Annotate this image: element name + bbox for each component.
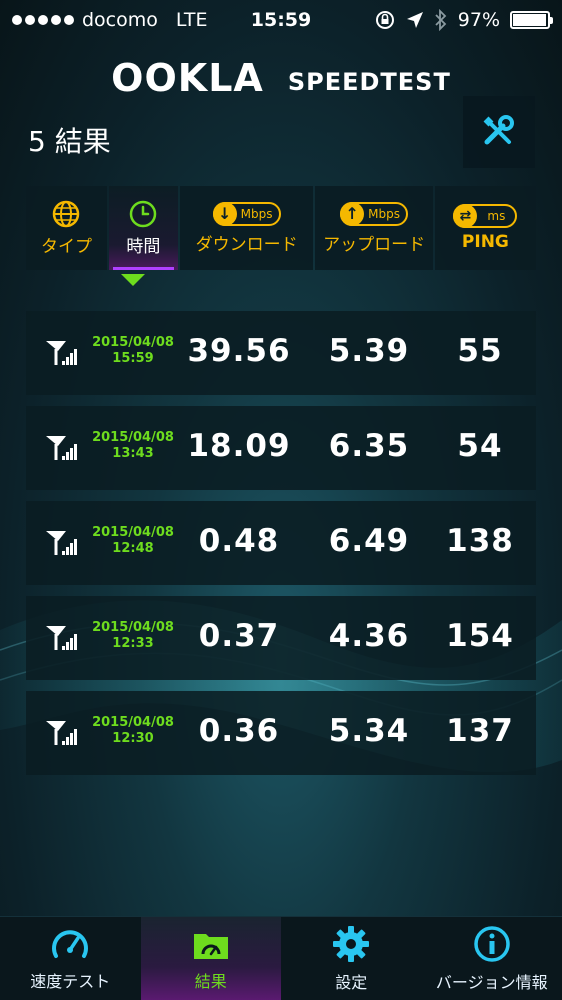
- cellular-antenna-icon: [46, 721, 77, 745]
- upload-mbps-badge: ↑ Mbps: [340, 201, 409, 226]
- column-download[interactable]: ↓ Mbps ダウンロード: [179, 186, 314, 270]
- download-value: 0.37: [198, 618, 280, 654]
- result-datetime: 2015/04/08 12:33: [90, 620, 176, 652]
- column-time-label: 時間: [126, 236, 161, 257]
- tab-speed-test-label: 速度テスト: [30, 971, 111, 991]
- result-time: 12:33: [112, 636, 154, 651]
- result-date: 2015/04/08: [92, 715, 174, 730]
- ping-unit: ms: [487, 209, 506, 223]
- download-mbps-badge: ↓ Mbps: [212, 201, 281, 226]
- ping-value: 138: [446, 523, 514, 559]
- tools-button[interactable]: [463, 96, 535, 168]
- download-value: 39.56: [187, 333, 291, 369]
- upload-value: 4.36: [328, 618, 410, 654]
- ping-value: 55: [457, 333, 503, 369]
- upload-value: 6.49: [328, 523, 410, 559]
- cellular-antenna-icon: [46, 341, 77, 365]
- result-row[interactable]: 2015/04/08 13:43 18.09 6.35 54: [26, 406, 536, 490]
- result-date: 2015/04/08: [92, 335, 174, 350]
- result-datetime: 2015/04/08 13:43: [90, 430, 176, 462]
- result-date: 2015/04/08: [92, 525, 174, 540]
- column-download-label: ダウンロード: [195, 234, 298, 255]
- result-time: 13:43: [112, 446, 154, 461]
- result-date: 2015/04/08: [92, 620, 174, 635]
- results-list: 2015/04/08 15:59 39.56 5.39 55 2015/04/0…: [26, 311, 536, 786]
- sort-indicator-icon: [121, 274, 145, 286]
- tab-results-label: 結果: [194, 971, 227, 991]
- clock-icon: [130, 200, 157, 227]
- result-datetime: 2015/04/08 12:30: [90, 715, 176, 747]
- carrier-name: docomo: [82, 9, 158, 31]
- tab-bar: 速度テスト 結果 設定 バージョン情報: [0, 916, 562, 1000]
- network-type: LTE: [175, 9, 208, 31]
- download-value: 18.09: [187, 428, 291, 464]
- download-value: 0.36: [198, 713, 280, 749]
- upload-value: 5.39: [328, 333, 410, 369]
- tab-settings-label: 設定: [335, 972, 368, 992]
- result-time: 12:30: [112, 731, 154, 746]
- result-row[interactable]: 2015/04/08 12:30 0.36 5.34 137: [26, 691, 536, 775]
- column-ping[interactable]: ⇄ ms PING: [434, 186, 536, 270]
- result-time: 15:59: [112, 351, 154, 366]
- status-time: 15:59: [250, 9, 312, 31]
- ping-ms-badge: ⇄ ms: [453, 204, 518, 228]
- download-unit: Mbps: [240, 206, 273, 221]
- column-upload[interactable]: ↑ Mbps アップロード: [315, 186, 433, 270]
- upload-unit: Mbps: [368, 206, 401, 221]
- ookla-logo: OOKLA: [111, 56, 264, 100]
- upload-value: 5.34: [328, 713, 410, 749]
- app-subtitle: SPEEDTEST: [287, 68, 451, 96]
- result-date: 2015/04/08: [92, 430, 174, 445]
- column-type[interactable]: タイプ: [26, 186, 107, 270]
- arrows-exchange-icon: ⇄: [453, 204, 478, 228]
- tab-results[interactable]: 結果: [140, 917, 281, 1000]
- column-upload-label: アップロード: [323, 234, 426, 255]
- status-bar: docomo LTE 15:59 97%: [0, 0, 562, 40]
- result-datetime: 2015/04/08 15:59: [90, 335, 176, 367]
- app-header: OOKLA SPEEDTEST: [0, 56, 562, 100]
- tab-version-info[interactable]: バージョン情報: [422, 917, 562, 1000]
- cellular-antenna-icon: [46, 436, 77, 460]
- result-datetime: 2015/04/08 12:48: [90, 525, 176, 557]
- tab-speed-test[interactable]: 速度テスト: [0, 917, 141, 1000]
- location-arrow-icon: [406, 12, 423, 28]
- cellular-antenna-icon: [46, 626, 77, 650]
- result-row[interactable]: 2015/04/08 15:59 39.56 5.39 55: [26, 311, 536, 395]
- cellular-antenna-icon: [46, 531, 77, 555]
- result-time: 12:48: [112, 541, 154, 556]
- column-time[interactable]: 時間: [108, 186, 178, 270]
- cell-signal-icon: [12, 15, 74, 25]
- tab-version-info-label: バージョン情報: [435, 972, 548, 992]
- download-value: 0.48: [198, 523, 280, 559]
- gear-icon: [333, 925, 370, 962]
- tab-settings[interactable]: 設定: [281, 917, 422, 1000]
- ping-value: 137: [446, 713, 514, 749]
- column-ping-label: PING: [461, 232, 509, 252]
- result-count: 5 結果: [28, 125, 111, 158]
- globe-icon: [53, 200, 80, 227]
- result-row[interactable]: 2015/04/08 12:48 0.48 6.49 138: [26, 501, 536, 585]
- upload-value: 6.35: [328, 428, 410, 464]
- rotation-lock-icon: [375, 11, 394, 29]
- battery-percent: 97%: [457, 9, 500, 31]
- arrow-up-icon: ↑: [340, 201, 365, 226]
- info-icon: [474, 925, 510, 962]
- bluetooth-icon: [435, 9, 447, 31]
- arrow-down-icon: ↓: [212, 201, 237, 226]
- result-row[interactable]: 2015/04/08 12:33 0.37 4.36 154: [26, 596, 536, 680]
- speedometer-icon: [52, 929, 89, 958]
- column-header: タイプ 時間 ↓ Mbps ダウンロード ↑ Mbps アップロード ⇄ ms …: [26, 186, 536, 270]
- folder-gauge-icon: [193, 933, 228, 959]
- column-type-label: タイプ: [40, 236, 92, 257]
- battery-icon: [510, 11, 553, 29]
- ping-value: 154: [446, 618, 514, 654]
- ping-value: 54: [457, 428, 503, 464]
- wrench-screwdriver-icon: [483, 115, 514, 145]
